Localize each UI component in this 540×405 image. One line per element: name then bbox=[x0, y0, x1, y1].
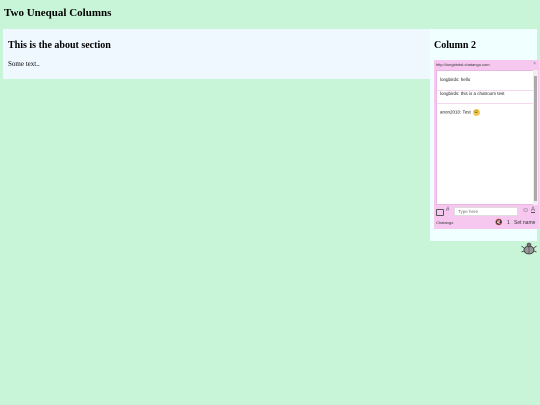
chat-scrollbar-thumb[interactable] bbox=[534, 76, 537, 201]
hashtag-button[interactable]: # bbox=[446, 207, 449, 213]
about-section: This is the about section Some text.. bbox=[3, 29, 430, 79]
chat-widget: http://longbirdst.chatango.com × longbir… bbox=[434, 60, 539, 229]
user-count: 1 bbox=[507, 220, 510, 226]
bug-icon[interactable] bbox=[521, 241, 537, 257]
page-title: Two Unequal Columns bbox=[4, 7, 112, 19]
emoticon-icon: ☺ bbox=[472, 109, 480, 116]
format-button[interactable]: A bbox=[531, 207, 535, 213]
set-name-button[interactable]: Set name bbox=[514, 220, 535, 226]
camera-icon[interactable] bbox=[436, 209, 444, 216]
chat-footer: Chatango 🔇 1 Set name bbox=[434, 219, 539, 229]
chat-message: anon2010: Test ☺ bbox=[440, 109, 480, 116]
chat-input-bar: # ☺ A bbox=[434, 206, 539, 218]
chat-messages[interactable]: longbirds: hello longbirds: this is a ch… bbox=[436, 70, 534, 205]
about-heading: This is the about section bbox=[8, 40, 111, 51]
chat-message: longbirds: hello bbox=[440, 77, 471, 82]
chat-message-input[interactable] bbox=[454, 207, 518, 216]
chat-close-button[interactable]: × bbox=[533, 61, 536, 67]
smiley-icon[interactable]: ☺ bbox=[522, 207, 529, 214]
speaker-muted-icon[interactable]: 🔇 bbox=[495, 219, 502, 226]
chat-scrollbar[interactable] bbox=[533, 70, 538, 205]
about-text: Some text.. bbox=[8, 60, 40, 68]
chatango-link[interactable]: Chatango bbox=[436, 220, 453, 225]
chat-url-link[interactable]: http://longbirdst.chatango.com bbox=[436, 62, 490, 67]
chat-message: longbirds: this is a chatroom test bbox=[440, 91, 505, 96]
chat-message-text: anon2010: Test bbox=[440, 109, 471, 115]
column-2-heading: Column 2 bbox=[434, 40, 476, 51]
divider bbox=[437, 103, 533, 104]
